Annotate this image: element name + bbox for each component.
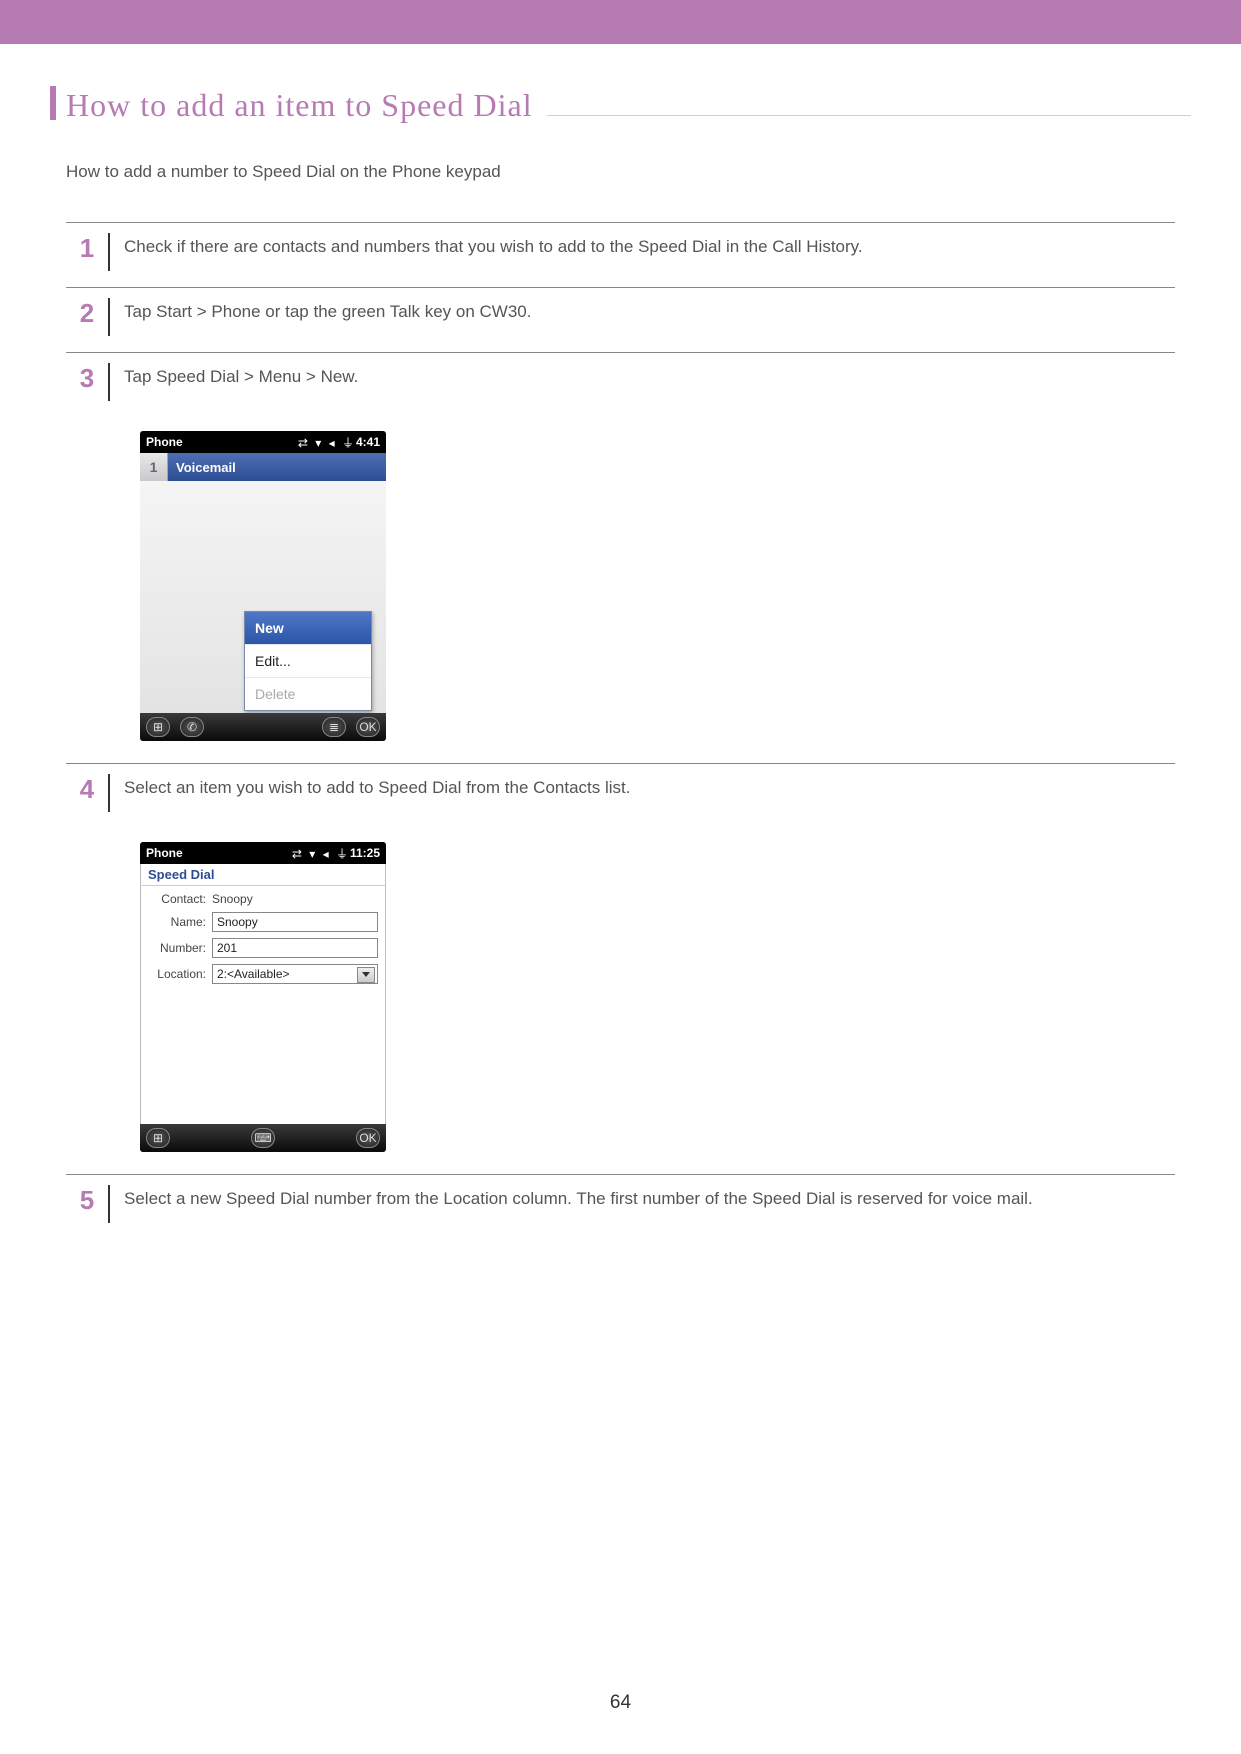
phone-screen-speed-dial-form: Phone ⇄ ▾ ◂ ⏚ 11:25 Speed Dial Contact: …	[140, 842, 386, 1152]
label-number: Number:	[148, 941, 206, 955]
step-number: 3	[66, 363, 110, 401]
input-number[interactable]: 201	[212, 938, 378, 958]
step-5: 5 Select a new Speed Dial number from th…	[66, 1174, 1175, 1239]
menu-item-delete[interactable]: Delete	[245, 678, 371, 710]
label-name: Name:	[148, 915, 206, 929]
step-4: 4 Select an item you wish to add to Spee…	[66, 763, 1175, 828]
step-2: 2 Tap Start > Phone or tap the green Tal…	[66, 287, 1175, 352]
step-number: 4	[66, 774, 110, 812]
step-text: Tap Start > Phone or tap the green Talk …	[124, 298, 1175, 325]
clock: 11:25	[350, 846, 380, 860]
row-name: Name: Snoopy	[148, 912, 378, 932]
start-icon[interactable]: ⊞	[146, 717, 170, 737]
row-contact: Contact: Snoopy	[148, 892, 378, 906]
clock: 4:41	[356, 435, 380, 449]
row-number: Number: 201	[148, 938, 378, 958]
step-text: Check if there are contacts and numbers …	[124, 233, 1175, 260]
menu-item-new[interactable]: New	[245, 612, 371, 645]
voicemail-label: Voicemail	[168, 453, 236, 481]
step-number: 2	[66, 298, 110, 336]
phone-softkey-bar: ⊞ ⌨ OK	[140, 1124, 386, 1152]
menu-item-edit[interactable]: Edit...	[245, 645, 371, 678]
phone-status-bar: Phone ⇄ ▾ ◂ ⏚ 4:41	[140, 431, 386, 453]
speed-dial-form: Contact: Snoopy Name: Snoopy Number: 201…	[140, 886, 386, 996]
phone-softkey-bar: ⊞ ✆ ≣ OK	[140, 713, 386, 741]
header-band	[0, 0, 1241, 44]
label-location: Location:	[148, 967, 206, 981]
phone-status-bar: Phone ⇄ ▾ ◂ ⏚ 11:25	[140, 842, 386, 864]
chevron-down-icon	[362, 972, 370, 977]
status-icons: ⇄ ▾ ◂ ⏚	[292, 845, 350, 862]
select-location-value: 2:<Available>	[217, 967, 290, 981]
title-accent-bar	[50, 86, 56, 120]
step-text: Tap Speed Dial > Menu > New.	[124, 363, 1175, 390]
step-number: 5	[66, 1185, 110, 1223]
phone-icon[interactable]: ✆	[180, 717, 204, 737]
input-name[interactable]: Snoopy	[212, 912, 378, 932]
keyboard-icon[interactable]: ⌨	[251, 1128, 275, 1148]
form-heading: Speed Dial	[140, 864, 386, 886]
intro-text: How to add a number to Speed Dial on the…	[66, 162, 1191, 182]
step-number: 1	[66, 233, 110, 271]
ok-button[interactable]: OK	[356, 717, 380, 737]
start-icon[interactable]: ⊞	[146, 1128, 170, 1148]
select-location[interactable]: 2:<Available>	[212, 964, 378, 984]
phone-screen-speed-dial-menu: Phone ⇄ ▾ ◂ ⏚ 4:41 1 Voicemail New Edit.…	[140, 431, 386, 741]
section-title-row: How to add an item to Speed Dial	[50, 86, 1191, 124]
step-text: Select an item you wish to add to Speed …	[124, 774, 1175, 801]
speed-dial-slot-1: 1	[140, 453, 168, 481]
step-3: 3 Tap Speed Dial > Menu > New.	[66, 352, 1175, 417]
steps-list: 1 Check if there are contacts and number…	[66, 222, 1175, 1239]
step-1: 1 Check if there are contacts and number…	[66, 222, 1175, 287]
status-icons: ⇄ ▾ ◂ ⏚	[298, 434, 356, 451]
step-text: Select a new Speed Dial number from the …	[124, 1185, 1175, 1212]
ok-button[interactable]: OK	[356, 1128, 380, 1148]
value-contact: Snoopy	[212, 892, 253, 906]
context-menu: New Edit... Delete	[244, 611, 372, 711]
label-contact: Contact:	[148, 892, 206, 906]
app-title: Phone	[146, 435, 183, 449]
voicemail-row[interactable]: 1 Voicemail	[140, 453, 386, 481]
section-title: How to add an item to Speed Dial	[66, 87, 547, 124]
title-rule	[547, 115, 1191, 116]
page-content: How to add an item to Speed Dial How to …	[0, 44, 1241, 1239]
screenshot-2: Phone ⇄ ▾ ◂ ⏚ 11:25 Speed Dial Contact: …	[140, 842, 1175, 1152]
app-title: Phone	[146, 846, 183, 860]
row-location: Location: 2:<Available>	[148, 964, 378, 984]
menu-icon[interactable]: ≣	[322, 717, 346, 737]
screenshot-1: Phone ⇄ ▾ ◂ ⏚ 4:41 1 Voicemail New Edit.…	[140, 431, 1175, 741]
phone-body: New Edit... Delete	[140, 481, 386, 713]
page-number: 64	[0, 1692, 1241, 1714]
